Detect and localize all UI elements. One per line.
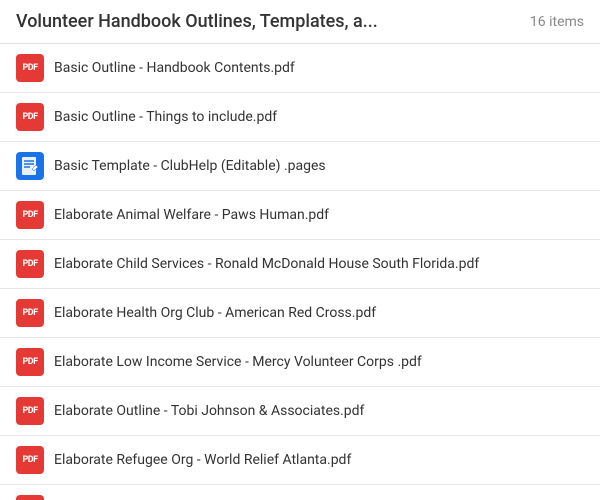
list-item[interactable]: PDF Elaborate Low Income Service - Mercy … [0, 338, 600, 387]
pdf-icon: PDF [16, 495, 44, 500]
file-name: Elaborate Refugee Org - World Relief Atl… [54, 452, 351, 468]
list-item[interactable]: PDF Elaborate Health Org Club - American … [0, 289, 600, 338]
list-item[interactable]: PDF Elaborate Animal Welfare - Paws Human… [0, 191, 600, 240]
page-title: Volunteer Handbook Outlines, Templates, … [16, 11, 518, 32]
pdf-icon: PDF [16, 250, 44, 278]
file-name: Elaborate Animal Welfare - Paws Human.pd… [54, 207, 329, 223]
pdf-icon: PDF [16, 348, 44, 376]
list-item[interactable]: PDF Elaborate Refugee Org - World Relief … [0, 436, 600, 485]
file-name: Basic Outline - Handbook Contents.pdf [54, 60, 295, 76]
list-item[interactable]: PDF Basic Outline - Things to include.pdf [0, 93, 600, 142]
pages-icon [16, 152, 44, 180]
file-list: PDF Basic Outline - Handbook Contents.pdf… [0, 44, 600, 500]
pdf-icon: PDF [16, 103, 44, 131]
pdf-icon: PDF [16, 54, 44, 82]
file-name: Basic Template - ClubHelp (Editable) .pa… [54, 158, 326, 174]
list-item[interactable]: PDFElaborate Sample - Catholic Charities… [0, 485, 600, 500]
header: Volunteer Handbook Outlines, Templates, … [0, 0, 600, 44]
list-item[interactable]: Basic Template - ClubHelp (Editable) .pa… [0, 142, 600, 191]
pdf-icon: PDF [16, 446, 44, 474]
file-name: Elaborate Health Org Club - American Red… [54, 305, 376, 321]
list-item[interactable]: PDF Basic Outline - Handbook Contents.pdf [0, 44, 600, 93]
pdf-icon: PDF [16, 201, 44, 229]
file-name: Elaborate Outline - Tobi Johnson & Assoc… [54, 403, 364, 419]
pdf-icon: PDF [16, 299, 44, 327]
list-item[interactable]: PDF Elaborate Outline - Tobi Johnson & As… [0, 387, 600, 436]
file-name: Elaborate Child Services - Ronald McDona… [54, 256, 479, 272]
item-count: 16 items [530, 14, 584, 30]
list-item[interactable]: PDF Elaborate Child Services - Ronald McD… [0, 240, 600, 289]
file-name: Elaborate Low Income Service - Mercy Vol… [54, 354, 422, 370]
pdf-icon: PDF [16, 397, 44, 425]
file-name: Basic Outline - Things to include.pdf [54, 109, 277, 125]
